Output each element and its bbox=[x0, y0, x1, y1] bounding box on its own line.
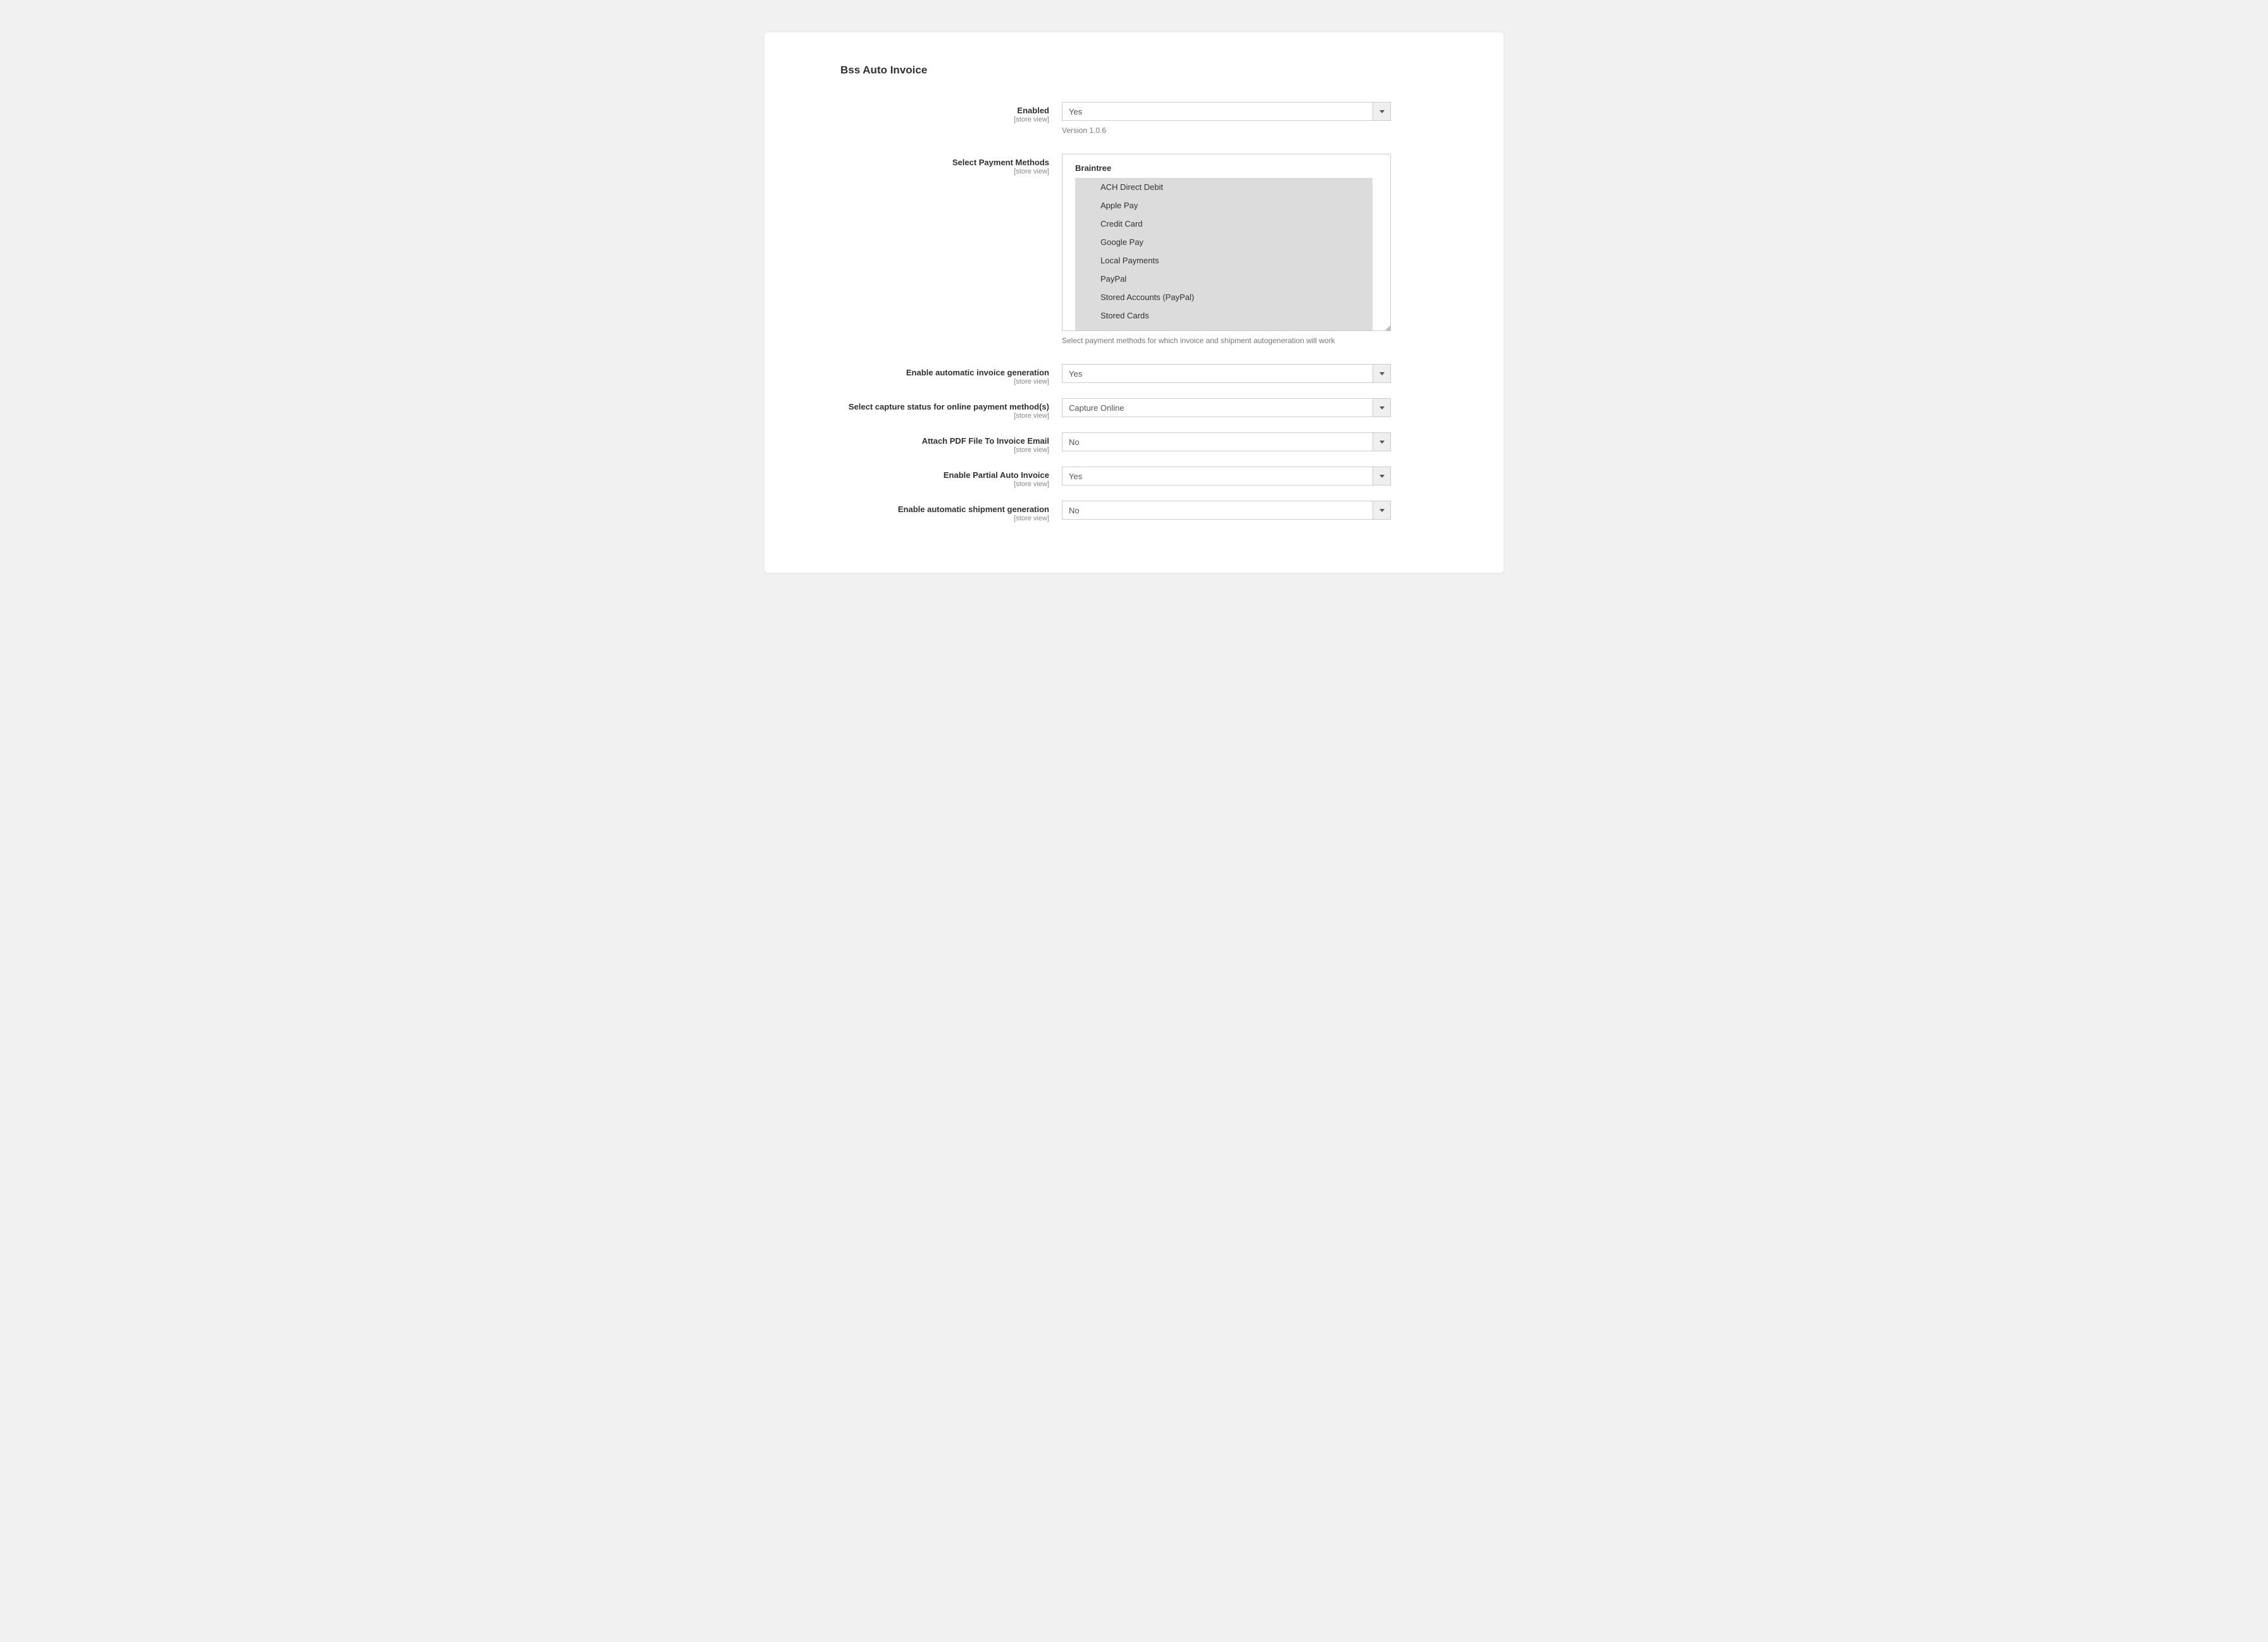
field-col: No bbox=[1062, 501, 1391, 520]
enabled-label: Enabled bbox=[802, 106, 1049, 115]
field-col: No bbox=[1062, 432, 1391, 451]
payment-option[interactable]: Google Pay bbox=[1075, 233, 1373, 251]
payment-option[interactable]: Local Payments bbox=[1075, 251, 1373, 270]
payment-option[interactable]: ACH Direct Debit bbox=[1075, 178, 1373, 196]
chevron-down-icon bbox=[1373, 501, 1390, 519]
field-col: Yes Version 1.0.6 bbox=[1062, 102, 1391, 135]
label-col: Enable automatic shipment generation [st… bbox=[802, 501, 1062, 522]
partial-invoice-label: Enable Partial Auto Invoice bbox=[802, 470, 1049, 480]
label-col: Enable Partial Auto Invoice [store view] bbox=[802, 467, 1062, 488]
payment-option[interactable]: Venmo bbox=[1075, 325, 1373, 330]
auto-invoice-select[interactable]: Yes bbox=[1062, 364, 1391, 383]
partial-invoice-select[interactable]: Yes bbox=[1062, 467, 1391, 486]
attach-pdf-label: Attach PDF File To Invoice Email bbox=[802, 436, 1049, 446]
auto-shipment-label: Enable automatic shipment generation bbox=[802, 505, 1049, 514]
scope-label: [store view] bbox=[802, 168, 1049, 175]
scope-label: [store view] bbox=[802, 378, 1049, 385]
attach-pdf-value: No bbox=[1062, 437, 1373, 447]
row-capture-status: Select capture status for online payment… bbox=[802, 398, 1466, 420]
chevron-down-icon bbox=[1373, 365, 1390, 382]
scope-label: [store view] bbox=[802, 480, 1049, 488]
capture-status-label: Select capture status for online payment… bbox=[802, 402, 1049, 411]
payment-methods-label: Select Payment Methods bbox=[802, 158, 1049, 167]
payment-methods-multiselect[interactable]: Braintree ACH Direct Debit Apple Pay Cre… bbox=[1062, 154, 1391, 331]
scope-label: [store view] bbox=[802, 412, 1049, 420]
row-payment-methods: Select Payment Methods [store view] Brai… bbox=[802, 154, 1466, 345]
scope-label: [store view] bbox=[802, 515, 1049, 522]
chevron-down-icon bbox=[1373, 399, 1390, 417]
section-title: Bss Auto Invoice bbox=[802, 64, 1466, 77]
enabled-select[interactable]: Yes bbox=[1062, 102, 1391, 121]
scope-label: [store view] bbox=[802, 446, 1049, 454]
payment-option[interactable]: Stored Cards bbox=[1075, 306, 1373, 325]
chevron-down-icon bbox=[1373, 467, 1390, 485]
partial-invoice-value: Yes bbox=[1062, 472, 1373, 481]
capture-status-select[interactable]: Capture Online bbox=[1062, 398, 1391, 417]
payment-option[interactable]: PayPal bbox=[1075, 270, 1373, 288]
auto-invoice-value: Yes bbox=[1062, 369, 1373, 379]
field-col: Capture Online bbox=[1062, 398, 1391, 417]
auto-shipment-select[interactable]: No bbox=[1062, 501, 1391, 520]
label-col: Attach PDF File To Invoice Email [store … bbox=[802, 432, 1062, 454]
payment-option[interactable]: Stored Accounts (PayPal) bbox=[1075, 288, 1373, 306]
payment-option[interactable]: Apple Pay bbox=[1075, 196, 1373, 215]
chevron-down-icon bbox=[1373, 103, 1390, 120]
row-attach-pdf: Attach PDF File To Invoice Email [store … bbox=[802, 432, 1466, 454]
field-col: Braintree ACH Direct Debit Apple Pay Cre… bbox=[1062, 154, 1391, 345]
enabled-value: Yes bbox=[1062, 107, 1373, 116]
row-enabled: Enabled [store view] Yes Version 1.0.6 bbox=[802, 102, 1466, 135]
payment-option[interactable]: Credit Card bbox=[1075, 215, 1373, 233]
chevron-down-icon bbox=[1373, 433, 1390, 451]
auto-shipment-value: No bbox=[1062, 506, 1373, 515]
row-auto-invoice: Enable automatic invoice generation [sto… bbox=[802, 364, 1466, 385]
label-col: Enabled [store view] bbox=[802, 102, 1062, 123]
field-col: Yes bbox=[1062, 467, 1391, 486]
row-auto-shipment: Enable automatic shipment generation [st… bbox=[802, 501, 1466, 522]
auto-invoice-label: Enable automatic invoice generation bbox=[802, 368, 1049, 377]
attach-pdf-select[interactable]: No bbox=[1062, 432, 1391, 451]
payment-methods-helper: Select payment methods for which invoice… bbox=[1062, 336, 1391, 345]
field-col: Yes bbox=[1062, 364, 1391, 383]
label-col: Select Payment Methods [store view] bbox=[802, 154, 1062, 175]
capture-status-value: Capture Online bbox=[1062, 403, 1373, 413]
scope-label: [store view] bbox=[802, 116, 1049, 123]
row-partial-invoice: Enable Partial Auto Invoice [store view]… bbox=[802, 467, 1466, 488]
label-col: Enable automatic invoice generation [sto… bbox=[802, 364, 1062, 385]
optgroup-label: Braintree bbox=[1062, 161, 1390, 178]
label-col: Select capture status for online payment… bbox=[802, 398, 1062, 420]
multiselect-inner[interactable]: Braintree ACH Direct Debit Apple Pay Cre… bbox=[1062, 154, 1390, 330]
version-text: Version 1.0.6 bbox=[1062, 126, 1391, 135]
config-card: Bss Auto Invoice Enabled [store view] Ye… bbox=[764, 32, 1504, 573]
